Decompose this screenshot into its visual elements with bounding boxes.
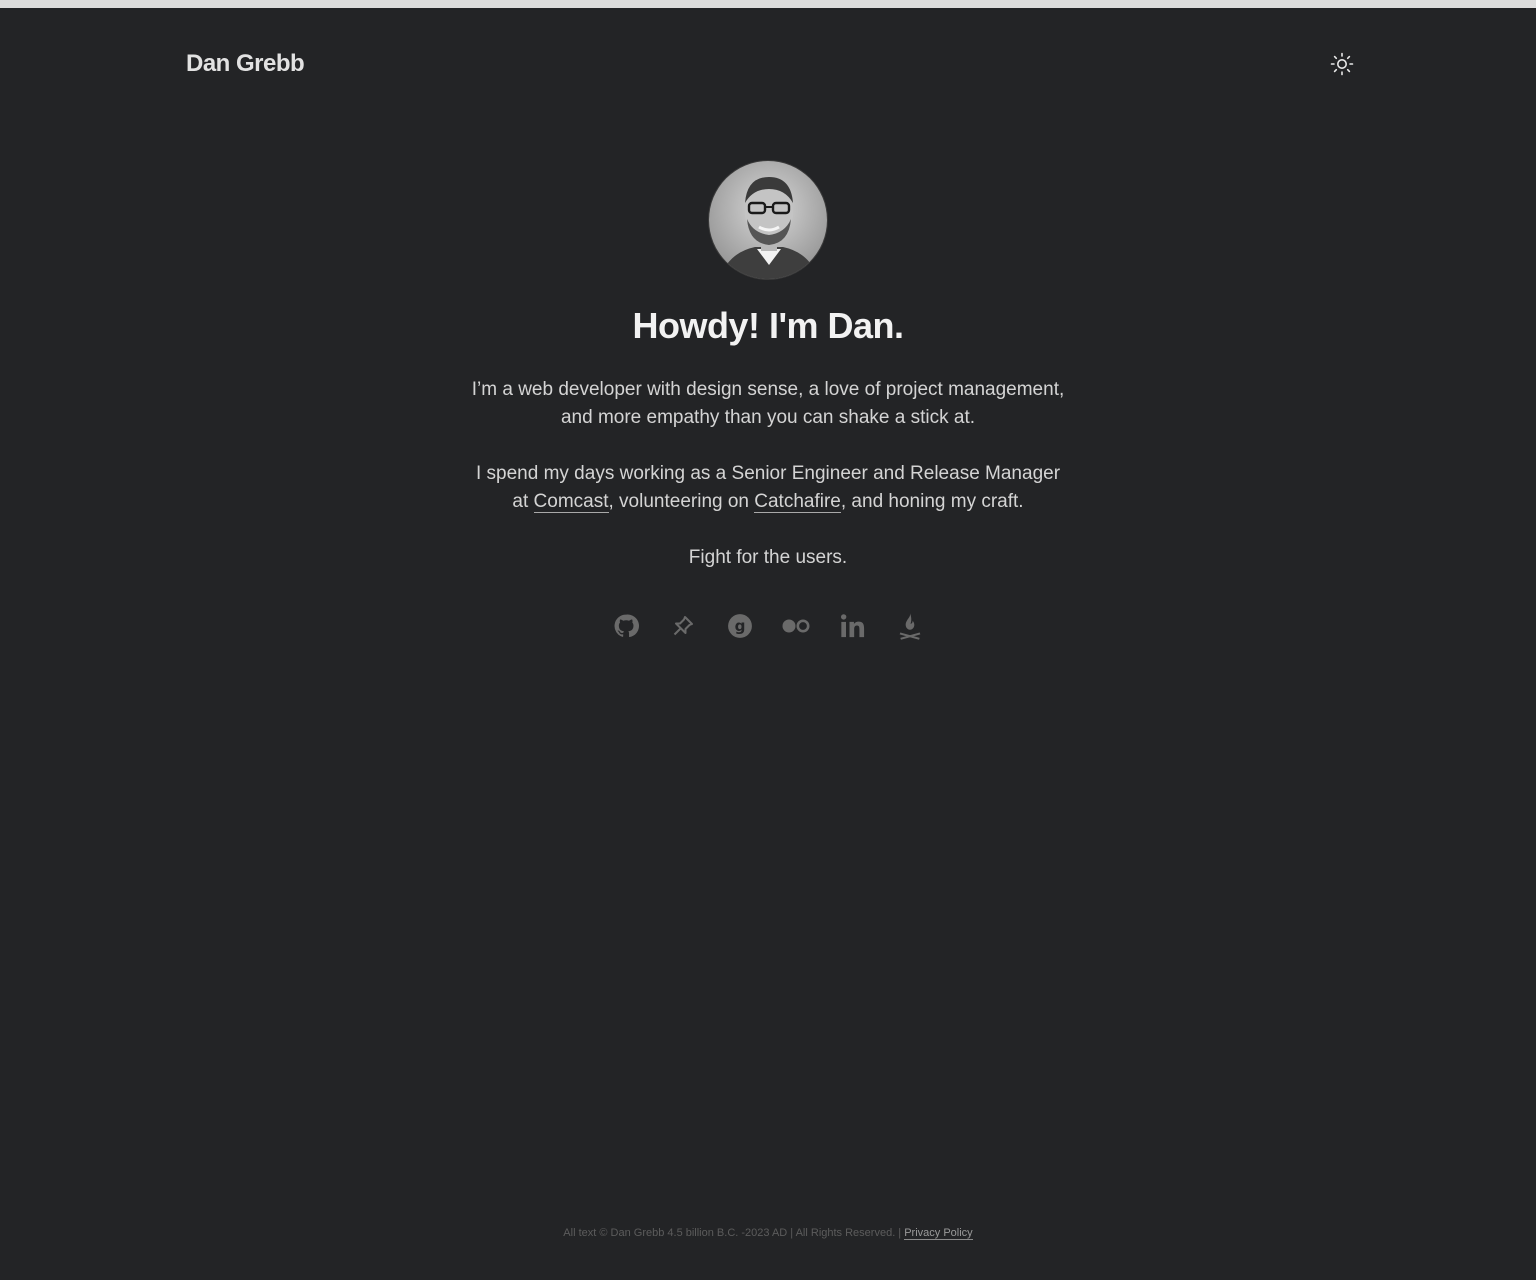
flickr-link[interactable]	[782, 612, 810, 640]
tagline: Fight for the users.	[688, 547, 848, 568]
pinboard-icon	[671, 614, 695, 638]
catchafire-link[interactable]: Catchafire	[754, 491, 841, 513]
theme-toggle-button[interactable]	[1328, 52, 1356, 80]
github-icon	[613, 613, 639, 639]
goodreads-link[interactable]: g	[726, 612, 754, 640]
sun-icon	[1330, 52, 1354, 81]
pinboard-link[interactable]	[669, 612, 697, 640]
linkedin-link[interactable]	[839, 612, 867, 640]
goodreads-icon: g	[727, 613, 753, 639]
flickr-icon	[781, 618, 811, 634]
site-title-link[interactable]: Dan Grebb	[186, 50, 305, 78]
campfire-link[interactable]	[896, 612, 924, 640]
work-text-suffix: , and honing my craft.	[840, 491, 1024, 512]
copyright-text: All text © Dan Grebb 4.5 billion B.C. -2…	[563, 1227, 905, 1239]
page-headline: Howdy! I'm Dan.	[632, 305, 904, 346]
svg-text:g: g	[734, 617, 745, 635]
campfire-icon	[897, 612, 923, 640]
avatar	[708, 160, 828, 280]
privacy-policy-link[interactable]: Privacy Policy	[904, 1227, 973, 1240]
browser-top-bar	[0, 0, 1536, 8]
work-text-middle: , volunteering on	[608, 491, 755, 512]
footer: All text © Dan Grebb 4.5 billion B.C. -2…	[368, 1227, 1168, 1240]
work-paragraph: I spend my days working as a Senior Engi…	[468, 460, 1068, 516]
intro-paragraph: I’m a web developer with design sense, a…	[471, 379, 1065, 428]
comcast-link[interactable]: Comcast	[533, 491, 609, 513]
github-link[interactable]	[612, 612, 640, 640]
linkedin-icon	[839, 612, 867, 640]
social-links: g	[612, 608, 924, 644]
